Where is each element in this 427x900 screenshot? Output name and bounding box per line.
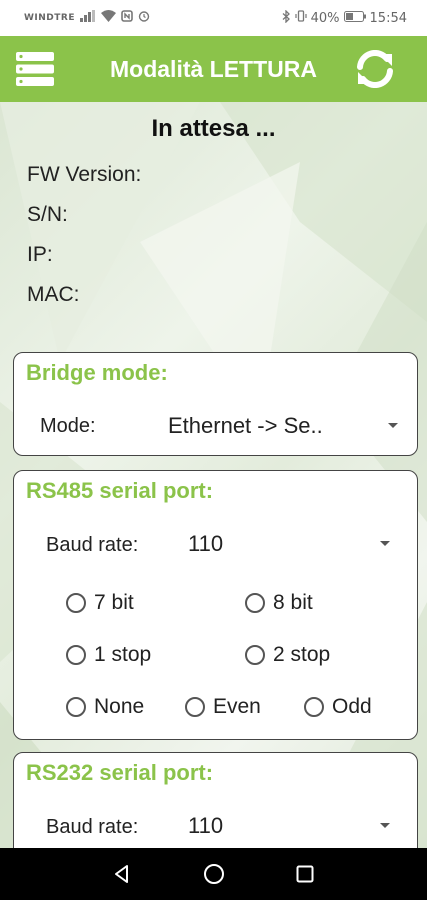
battery-icon (343, 10, 366, 26)
radio-parity-odd[interactable]: Odd (304, 695, 372, 719)
chevron-down-icon (388, 423, 398, 428)
back-icon (115, 865, 128, 883)
menu-icon (16, 52, 54, 86)
ip-label: IP: (27, 243, 53, 266)
radio-circle-icon (304, 697, 324, 717)
radio-8-bit[interactable]: 8 bit (245, 591, 313, 615)
clock: 15:54 (369, 10, 407, 26)
rs485-baud-select[interactable]: 110 (188, 527, 392, 561)
mode-select[interactable]: Ethernet -> Se.. (168, 409, 406, 443)
radio-7-bit[interactable]: 7 bit (66, 591, 134, 615)
radio-circle-icon (66, 697, 86, 717)
refresh-button[interactable] (354, 50, 396, 88)
serial-number-label: S/N: (27, 203, 68, 226)
rs485-baud-value: 110 (188, 531, 224, 556)
chevron-down-icon (380, 541, 390, 546)
radio-circle-icon (66, 593, 86, 613)
signal-icon (80, 10, 96, 26)
battery-percent: 40% (310, 10, 340, 26)
bridge-mode-card: Bridge mode: Mode: Ethernet -> Se.. (13, 352, 418, 456)
radio-circle-icon (245, 645, 265, 665)
status-bar: WINDTRE 40% 15:54 (0, 0, 427, 36)
app-bar: Modalità LETTURA (0, 36, 427, 102)
refresh-icon (357, 50, 393, 88)
bluetooth-icon (282, 8, 291, 27)
radio-circle-icon (185, 697, 205, 717)
menu-button[interactable] (16, 52, 54, 86)
radio-label: 1 stop (94, 643, 152, 666)
radio-parity-even[interactable]: Even (185, 695, 261, 719)
recents-button[interactable] (293, 862, 317, 886)
radio-label: 7 bit (94, 591, 134, 614)
radio-1-stop[interactable]: 1 stop (66, 643, 151, 667)
rs232-baud-label: Baud rate: (46, 816, 139, 838)
fw-version-label: FW Version: (27, 163, 142, 186)
chevron-down-icon (380, 823, 390, 828)
home-icon (204, 864, 224, 884)
radio-2-stop[interactable]: 2 stop (245, 643, 330, 667)
rs232-baud-value: 110 (188, 813, 224, 838)
rs485-baud-label: Baud rate: (46, 534, 139, 556)
vibrate-icon (295, 10, 307, 26)
page-title: Modalità LETTURA (110, 55, 317, 82)
connection-status: In attesa ... (151, 115, 276, 142)
radio-circle-icon (66, 645, 86, 665)
radio-circle-icon (245, 593, 265, 613)
rs232-baud-select[interactable]: 110 (188, 809, 392, 843)
radio-label: Even (213, 695, 261, 718)
alarm-icon (138, 10, 150, 26)
carrier-name: WINDTRE (24, 13, 75, 23)
radio-parity-none[interactable]: None (66, 695, 144, 719)
radio-label: 2 stop (273, 643, 331, 666)
home-button[interactable] (202, 862, 226, 886)
recents-icon (296, 865, 314, 883)
navigation-bar (0, 848, 427, 900)
bridge-mode-title: Bridge mode: (26, 360, 168, 385)
nfc-icon (121, 10, 133, 26)
mode-select-value: Ethernet -> Se.. (168, 413, 323, 438)
mode-label: Mode: (40, 415, 96, 437)
rs232-title: RS232 serial port: (26, 760, 214, 785)
rs485-title: RS485 serial port: (26, 478, 214, 503)
radio-label: 8 bit (273, 591, 313, 614)
radio-label: None (94, 695, 145, 718)
mac-label: MAC: (27, 283, 80, 306)
rs485-card: RS485 serial port: Baud rate: 110 7 bit … (13, 470, 418, 740)
back-button[interactable] (110, 862, 134, 886)
wifi-icon (101, 10, 116, 26)
radio-label: Odd (332, 695, 372, 718)
